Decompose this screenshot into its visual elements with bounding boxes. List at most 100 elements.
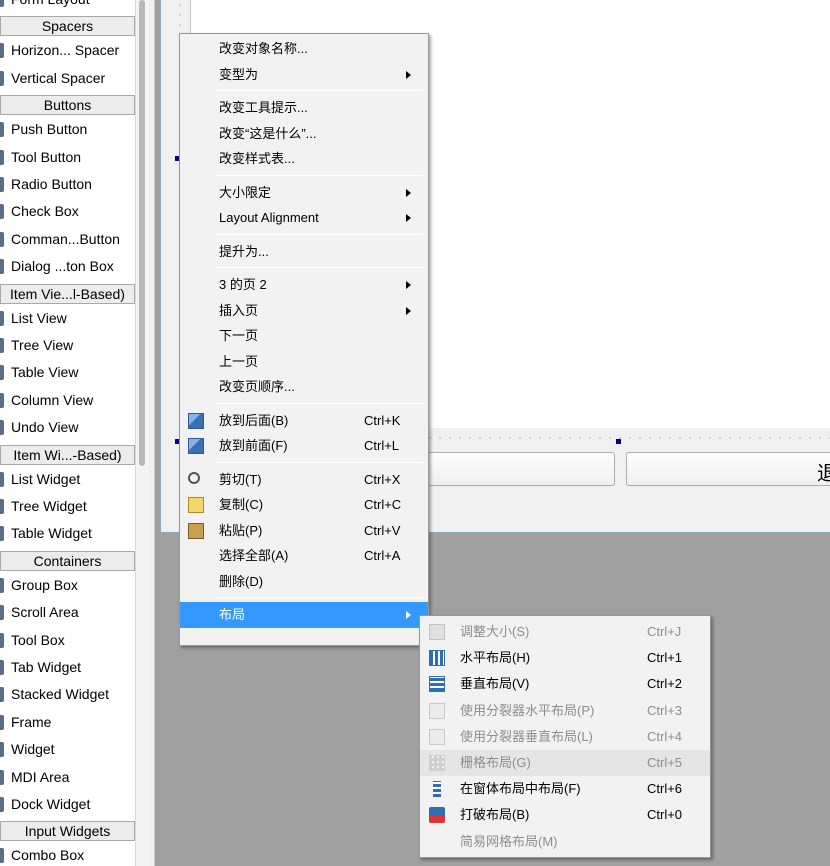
widget-list-item[interactable]: Column View (0, 387, 135, 414)
layout-menu-item[interactable]: 调整大小(S) Ctrl+J (420, 619, 710, 645)
selection-handle[interactable] (616, 439, 621, 444)
layout-menu-item[interactable]: 在窗体布局中布局(F) Ctrl+6 (420, 776, 710, 802)
menu-item[interactable]: 提升为... (180, 239, 428, 265)
widget-list-item-label: Undo View (11, 419, 79, 436)
widget-list-item-label: Check Box (11, 203, 79, 220)
menu-item[interactable]: 上一页 (180, 349, 428, 375)
widget-list-item[interactable]: Combo Box (0, 842, 135, 866)
widget-list-item[interactable]: Stacked Widget (0, 681, 135, 708)
menu-item[interactable]: 3 的页 2 (180, 272, 428, 298)
horizontal-splitter-icon (429, 702, 445, 719)
dialog-button-box-icon (0, 259, 4, 275)
horizontal-layout-icon (429, 650, 445, 667)
widget-category-header[interactable]: Spacers (0, 16, 135, 37)
menu-item[interactable]: 粘贴(P) Ctrl+V (180, 518, 428, 544)
widget-list-item[interactable]: Table View (0, 359, 135, 386)
menu-item[interactable]: 插入页 (180, 298, 428, 324)
widget-list-item[interactable]: Frame (0, 709, 135, 736)
menu-item-shortcut: Ctrl+X (364, 471, 401, 487)
layout-menu-item[interactable]: 栅格布局(G) Ctrl+5 (420, 750, 710, 776)
widget-list-item[interactable]: Tool Box (0, 627, 135, 654)
menu-item[interactable]: 改变样式表... (180, 146, 428, 172)
widget-list-item-label: List Widget (11, 470, 81, 487)
menu-item[interactable]: 大小限定 (180, 180, 428, 206)
menu-item[interactable]: 改变“这是什么”... (180, 121, 428, 147)
menu-item[interactable]: Layout Alignment (180, 205, 428, 231)
widget-list-item[interactable]: Form Layout (0, 0, 135, 13)
layout-menu-item-shortcut: Ctrl+6 (647, 781, 683, 797)
widget-list-item[interactable]: Radio Button (0, 171, 135, 198)
widget-list-item[interactable]: Push Button (0, 116, 135, 143)
menu-separator (215, 267, 423, 268)
layout-menu-item[interactable]: 使用分裂器垂直布局(L) Ctrl+4 (420, 724, 710, 750)
widget-list-item[interactable]: Undo View (0, 414, 135, 441)
column-view-icon (0, 392, 4, 408)
widget-list-item-label: Push Button (11, 121, 88, 138)
widget-list-item[interactable]: List Widget (0, 466, 135, 493)
widget-list-item-label: Stacked Widget (11, 686, 110, 703)
widget-list-item[interactable]: Comman...Button (0, 226, 135, 253)
menu-item[interactable]: 改变对象名称... (180, 36, 428, 62)
widget-list-item[interactable]: Check Box (0, 198, 135, 225)
widget-box-scrollbar-thumb[interactable] (139, 0, 145, 466)
layout-menu-item[interactable]: 打破布局(B) Ctrl+0 (420, 802, 710, 828)
vertical-spacer-icon (0, 70, 4, 86)
widget-list-item[interactable]: MDI Area (0, 764, 135, 791)
widget-list-item[interactable]: Tool Button (0, 144, 135, 171)
bring-to-front-icon (188, 438, 204, 454)
menu-item-label: 插入页 (219, 302, 259, 318)
menu-item[interactable]: 选择全部(A) Ctrl+A (180, 543, 428, 569)
layout-menu-item[interactable]: 垂直布局(V) Ctrl+2 (420, 671, 710, 697)
form-push-button-2[interactable]: 退 (626, 452, 830, 486)
menu-item-label: 大小限定 (219, 184, 272, 200)
widget-list-item[interactable]: Tab Widget (0, 654, 135, 681)
menu-item[interactable]: 复制(C) Ctrl+C (180, 492, 428, 518)
widget-category-header[interactable]: Buttons (0, 95, 135, 116)
widget-category-header[interactable]: Input Widgets (0, 821, 135, 842)
menu-item[interactable]: 改变页顺序... (180, 374, 428, 400)
widget-list-item[interactable]: Tree View (0, 332, 135, 359)
menu-item[interactable]: 放到前面(F) Ctrl+L (180, 433, 428, 459)
layout-menu-item[interactable]: 使用分裂器水平布局(P) Ctrl+3 (420, 698, 710, 724)
widget-list-item[interactable]: Tree Widget (0, 493, 135, 520)
tree-widget-icon (0, 499, 4, 514)
widget-list-item[interactable]: Scroll Area (0, 599, 135, 626)
layout-menu-item-shortcut: Ctrl+2 (647, 676, 683, 692)
widget-category-header[interactable]: Item Wi...-Based) (0, 444, 135, 465)
widget-list-item[interactable]: Dialog ...ton Box (0, 253, 135, 280)
menu-separator (215, 597, 423, 598)
layout-menu-item[interactable]: 简易网格布局(M) (420, 829, 710, 855)
menu-item[interactable]: 放到后面(B) Ctrl+K (180, 408, 428, 434)
menu-item[interactable]: 改变工具提示... (180, 95, 428, 121)
widget-list-item[interactable]: Table Widget (0, 520, 135, 547)
widget-list-item[interactable]: Horizon... Spacer (0, 37, 135, 64)
layout-menu-item-label: 垂直布局(V) (460, 676, 530, 692)
menu-item-label: 剪切(T) (219, 471, 262, 487)
adjust-size-icon (429, 624, 445, 640)
menu-item-label: 提升为... (219, 243, 269, 259)
menu-item-label: 上一页 (219, 353, 259, 369)
widget-list-item[interactable]: Vertical Spacer (0, 65, 135, 92)
widget-category-header[interactable]: Item Vie...l-Based) (0, 283, 135, 304)
menu-item-shortcut: Ctrl+L (364, 438, 400, 453)
menu-item[interactable]: 剪切(T) Ctrl+X (180, 467, 428, 493)
menu-item[interactable]: 布局 (180, 602, 428, 628)
form-push-button-1[interactable] (425, 452, 615, 486)
menu-item[interactable]: 删除(D) (180, 569, 428, 595)
menu-item[interactable]: 变型为 (180, 62, 428, 88)
menu-separator (215, 90, 423, 91)
break-layout-icon (429, 807, 445, 824)
layout-menu-item-label: 打破布局(B) (460, 807, 530, 823)
menu-item[interactable]: 下一页 (180, 323, 428, 349)
widget-category-header[interactable]: Containers (0, 550, 135, 571)
layout-menu-item-label: 使用分裂器垂直布局(L) (460, 728, 593, 744)
widget-list-item-label: Group Box (11, 576, 78, 593)
widget-list-item[interactable]: Group Box (0, 572, 135, 599)
widget-list-item[interactable]: Widget (0, 736, 135, 763)
layout-menu-item[interactable]: 水平布局(H) Ctrl+1 (420, 645, 710, 671)
widget-list-item[interactable]: List View (0, 305, 135, 332)
widget-list-item-label: Table Widget (11, 525, 92, 542)
layout-menu-item-shortcut: Ctrl+J (647, 624, 682, 639)
push-button-icon (0, 122, 4, 138)
widget-list-item[interactable]: Dock Widget (0, 791, 135, 818)
